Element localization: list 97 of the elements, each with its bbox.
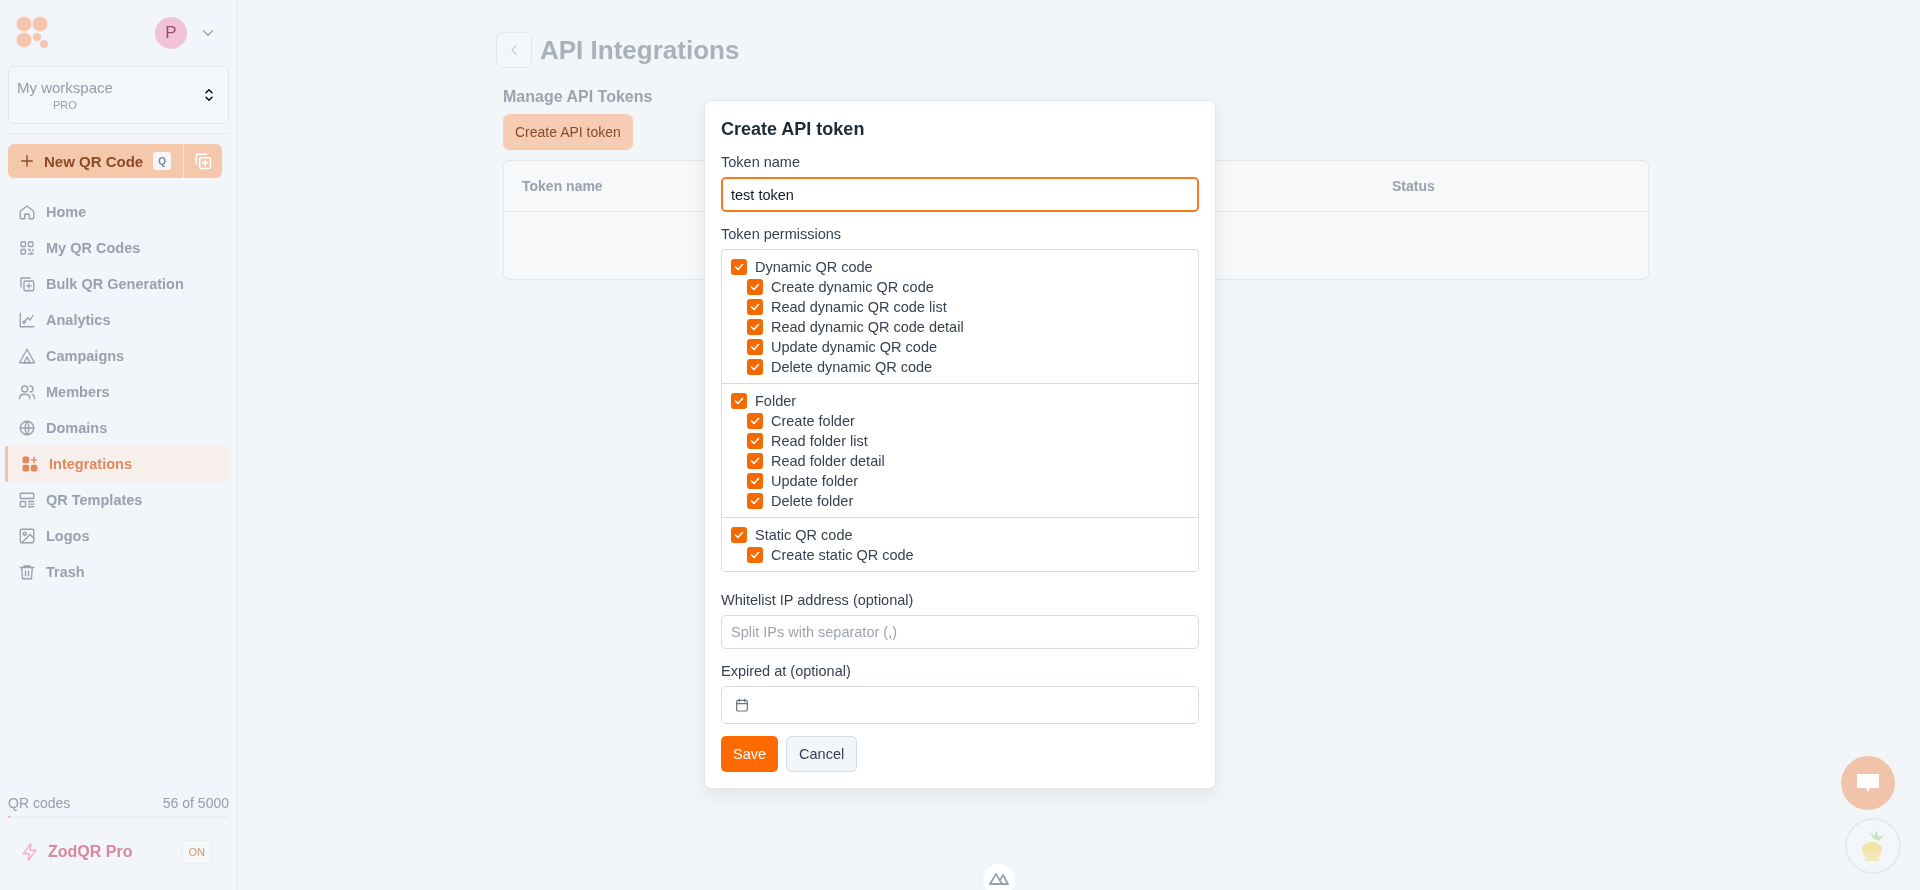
mountain-icon — [989, 871, 1009, 885]
checkbox[interactable] — [747, 359, 763, 375]
field-label: Whitelist IP address (optional) — [721, 592, 915, 608]
workspace-plan: PRO — [52, 99, 78, 111]
section-title: Manage API Tokens — [503, 88, 654, 106]
cancel-button[interactable]: Cancel — [786, 736, 858, 772]
permission-label: Create folder — [771, 413, 855, 429]
checkbox[interactable] — [731, 393, 747, 409]
permission-label: Create static QR code — [771, 547, 914, 563]
nav-item[interactable]: Campaigns — [5, 338, 229, 374]
checkmark-icon — [733, 529, 745, 541]
plus-icon — [18, 152, 36, 170]
calendar-icon — [734, 697, 750, 713]
layout-icon — [18, 491, 36, 509]
nav-item[interactable]: Analytics — [5, 302, 229, 338]
permission-label: Read folder detail — [771, 453, 885, 469]
usage-count: 56 of 5000 — [162, 795, 229, 811]
checkmark-icon — [749, 301, 761, 313]
checkbox[interactable] — [731, 527, 747, 543]
avatar[interactable]: P — [155, 17, 187, 49]
usage-label: QR codes — [8, 795, 71, 811]
checkmark-icon — [749, 549, 761, 561]
column-header: Status — [1392, 178, 1436, 194]
permission-label: Read dynamic QR code detail — [771, 319, 964, 335]
globe-icon — [18, 419, 36, 437]
copy-plus-icon — [18, 275, 36, 293]
checkmark-icon — [749, 455, 761, 467]
checkmark-icon — [733, 395, 745, 407]
chat-icon — [1856, 772, 1880, 794]
lightning-icon — [20, 842, 40, 862]
checkmark-icon — [749, 495, 761, 507]
dialog-title: Create API token — [721, 119, 866, 140]
plan-name: ZodQR Pro — [48, 843, 134, 861]
checkbox[interactable] — [731, 259, 747, 275]
nav-item[interactable]: My QR Codes — [5, 230, 229, 266]
nav-item[interactable]: Domains — [5, 410, 229, 446]
logo-icon — [16, 16, 50, 50]
home-icon — [18, 203, 36, 221]
plan-status-badge: ON — [180, 840, 213, 864]
checkmark-icon — [749, 435, 761, 447]
checkbox[interactable] — [747, 319, 763, 335]
image-icon — [18, 527, 36, 545]
permission-label: Update folder — [771, 473, 859, 489]
whitelist-ip-field[interactable]: Split IPs with separator (,) — [721, 615, 1199, 649]
checkbox[interactable] — [747, 299, 763, 315]
permission-label: Delete folder — [771, 493, 854, 509]
create-api-token-button[interactable]: Create API token — [503, 114, 633, 150]
nav-item[interactable]: Members — [5, 374, 229, 410]
column-header: Token name — [522, 178, 604, 194]
nav-item[interactable]: Home — [5, 194, 229, 230]
qr-grid-icon — [18, 239, 36, 257]
users-icon — [18, 383, 36, 401]
date-field[interactable] — [721, 686, 1199, 724]
devtools-button[interactable] — [983, 864, 1015, 890]
permission-label: Delete dynamic QR code — [771, 359, 933, 375]
nav-item[interactable]: Logos — [5, 518, 229, 554]
checkmark-icon — [733, 261, 745, 273]
nav-item[interactable]: Integrations — [5, 446, 229, 482]
nav-item[interactable]: QR Templates — [5, 482, 229, 518]
checkbox[interactable] — [747, 339, 763, 355]
permission-group-label: Dynamic QR code — [755, 259, 873, 275]
permission-label: Create dynamic QR code — [771, 279, 934, 295]
chat-button[interactable] — [1841, 756, 1895, 810]
checkmark-icon — [749, 415, 761, 427]
field-label: Token permissions — [721, 226, 843, 242]
copy-plus-icon — [193, 151, 213, 171]
nav-item[interactable]: Trash — [5, 554, 229, 590]
permission-label: Update dynamic QR code — [771, 339, 938, 355]
workspace-name: My workspace — [17, 79, 113, 96]
checkbox[interactable] — [747, 547, 763, 563]
workspace-selector[interactable]: My workspace PRO — [8, 66, 229, 124]
trash-icon — [18, 563, 36, 581]
field-label: Expired at (optional) — [721, 663, 852, 679]
token-name-field[interactable]: test token — [721, 177, 1199, 212]
permission-group-label: Folder — [755, 393, 797, 409]
save-button[interactable]: Save — [721, 736, 779, 772]
checkbox[interactable] — [747, 433, 763, 449]
checkmark-icon — [749, 361, 761, 373]
chart-icon — [18, 311, 36, 329]
permission-label: Read folder list — [771, 433, 868, 449]
checkbox[interactable] — [747, 453, 763, 469]
checkbox[interactable] — [747, 279, 763, 295]
page-title: API Integrations — [540, 34, 740, 66]
nav-item[interactable]: Bulk QR Generation — [5, 266, 229, 302]
checkmark-icon — [749, 321, 761, 333]
apps-icon — [21, 455, 39, 473]
checkmark-icon — [749, 341, 761, 353]
shortcut-key: Q — [153, 152, 172, 170]
checkbox[interactable] — [747, 473, 763, 489]
tent-icon — [18, 347, 36, 365]
field-label: Token name — [721, 154, 801, 170]
permission-group-label: Static QR code — [755, 527, 853, 543]
checkbox[interactable] — [747, 413, 763, 429]
checkbox[interactable] — [747, 493, 763, 509]
checkmark-icon — [749, 281, 761, 293]
permission-label: Read dynamic QR code list — [771, 299, 947, 315]
checkmark-icon — [749, 475, 761, 487]
